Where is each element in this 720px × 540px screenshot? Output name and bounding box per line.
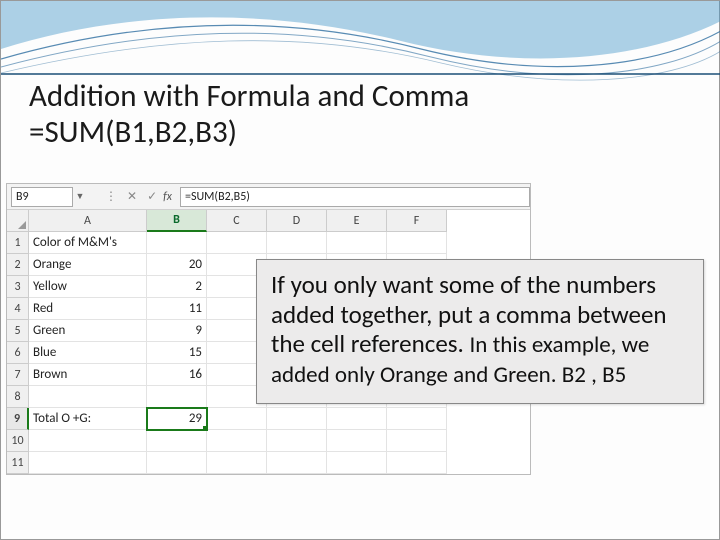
cell-b10[interactable] <box>147 430 207 452</box>
formula-bar-value: =SUM(B2,B5) <box>185 190 250 204</box>
row-header[interactable]: 8 <box>7 386 29 408</box>
col-header-d[interactable]: D <box>267 210 327 232</box>
cell-c10[interactable] <box>207 430 267 452</box>
select-all-corner[interactable] <box>7 210 29 232</box>
cell-a1[interactable]: Color of M&M's <box>29 232 147 254</box>
callout-box: If you only want some of the numbers add… <box>256 259 704 404</box>
cell-c1[interactable] <box>207 232 267 254</box>
cell-e11[interactable] <box>327 452 387 474</box>
row-header[interactable]: 10 <box>7 430 29 452</box>
cell-d9[interactable] <box>267 408 327 430</box>
cell-a2[interactable]: Orange <box>29 254 147 276</box>
cell-a6[interactable]: Blue <box>29 342 147 364</box>
row-header[interactable]: 9 <box>7 408 29 430</box>
col-header-b[interactable]: B <box>147 210 207 232</box>
cell-d10[interactable] <box>267 430 327 452</box>
row-header[interactable]: 7 <box>7 364 29 386</box>
row-header[interactable]: 4 <box>7 298 29 320</box>
row-header[interactable]: 6 <box>7 342 29 364</box>
cell-b4[interactable]: 11 <box>147 298 207 320</box>
name-box[interactable]: B9 <box>11 187 73 207</box>
cell-b1[interactable] <box>147 232 207 254</box>
cell-e1[interactable] <box>327 232 387 254</box>
name-box-value: B9 <box>16 190 29 204</box>
cell-f10[interactable] <box>387 430 447 452</box>
cancel-icon[interactable]: ✕ <box>127 189 137 204</box>
cell-a4[interactable]: Red <box>29 298 147 320</box>
cell-a10[interactable] <box>29 430 147 452</box>
row-header[interactable]: 3 <box>7 276 29 298</box>
formula-bar[interactable]: =SUM(B2,B5) <box>180 187 530 207</box>
row-header[interactable]: 5 <box>7 320 29 342</box>
cell-b8[interactable] <box>147 386 207 408</box>
formula-tools: ⋮ ✕ ✓ <box>105 189 157 204</box>
cell-a3[interactable]: Yellow <box>29 276 147 298</box>
title-line-1: Addition with Formula and Comma <box>29 77 469 115</box>
cell-f1[interactable] <box>387 232 447 254</box>
formula-bar-row: B9 ▼ ⋮ ✕ ✓ fx =SUM(B2,B5) <box>7 184 530 210</box>
cell-a5[interactable]: Green <box>29 320 147 342</box>
cell-e9[interactable] <box>327 408 387 430</box>
cell-b2[interactable]: 20 <box>147 254 207 276</box>
cell-a11[interactable] <box>29 452 147 474</box>
cell-f9[interactable] <box>387 408 447 430</box>
row-header[interactable]: 1 <box>7 232 29 254</box>
enter-icon[interactable]: ✓ <box>147 189 157 204</box>
cell-d1[interactable] <box>267 232 327 254</box>
col-header-a[interactable]: A <box>29 210 147 232</box>
slide: Addition with Formula and Comma =SUM(B1,… <box>0 0 720 540</box>
cell-b7[interactable]: 16 <box>147 364 207 386</box>
col-header-c[interactable]: C <box>207 210 267 232</box>
col-header-e[interactable]: E <box>327 210 387 232</box>
name-box-dropdown-icon[interactable]: ▼ <box>73 191 87 202</box>
cell-a8[interactable] <box>29 386 147 408</box>
cell-b3[interactable]: 2 <box>147 276 207 298</box>
cell-e10[interactable] <box>327 430 387 452</box>
dots-icon: ⋮ <box>105 189 117 204</box>
cell-a9[interactable]: Total O +G: <box>29 408 147 430</box>
cell-b11[interactable] <box>147 452 207 474</box>
col-header-f[interactable]: F <box>387 210 447 232</box>
cell-d11[interactable] <box>267 452 327 474</box>
row-header[interactable]: 11 <box>7 452 29 474</box>
cell-c9[interactable] <box>207 408 267 430</box>
cell-a7[interactable]: Brown <box>29 364 147 386</box>
cell-b9-active[interactable]: 29 <box>147 408 207 430</box>
cell-c11[interactable] <box>207 452 267 474</box>
cell-b5[interactable]: 9 <box>147 320 207 342</box>
cell-b6[interactable]: 15 <box>147 342 207 364</box>
fx-icon[interactable]: fx <box>163 190 172 204</box>
cell-f11[interactable] <box>387 452 447 474</box>
title-line-2: =SUM(B1,B2,B3) <box>29 113 237 151</box>
row-header[interactable]: 2 <box>7 254 29 276</box>
slide-title: Addition with Formula and Comma =SUM(B1,… <box>29 79 679 150</box>
